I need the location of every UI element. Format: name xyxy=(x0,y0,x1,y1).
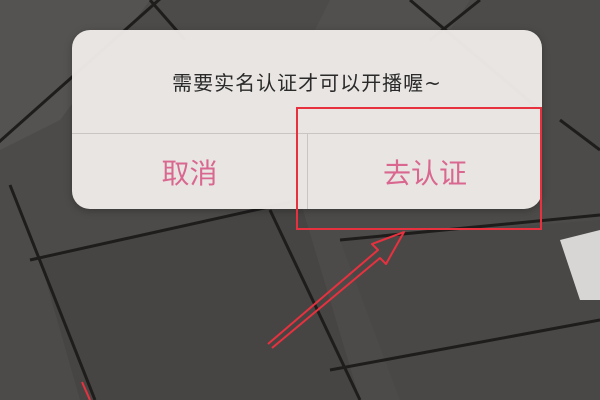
cancel-button[interactable]: 取消 xyxy=(72,134,307,209)
dialog-message: 需要实名认证才可以开播喔~ xyxy=(172,71,442,95)
real-name-verification-dialog: 需要实名认证才可以开播喔~ 取消 去认证 xyxy=(72,30,542,209)
go-verify-button[interactable]: 去认证 xyxy=(308,134,542,209)
